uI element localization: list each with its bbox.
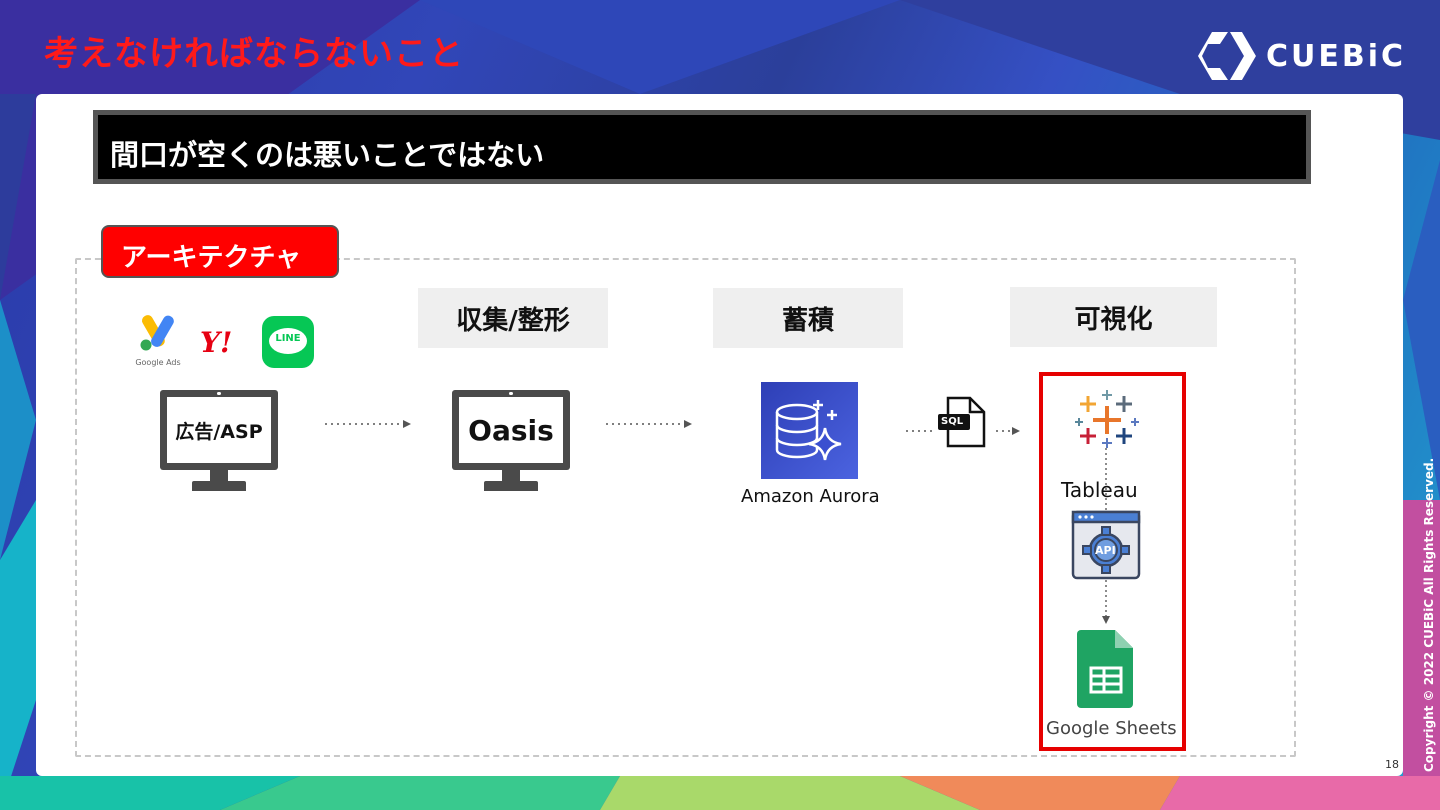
- google-ads-caption: Google Ads: [135, 358, 181, 367]
- sql-file-icon: SQL: [938, 396, 986, 448]
- cuebic-logo: CUEBiC: [1196, 28, 1406, 84]
- sql-icon-label: SQL: [941, 416, 964, 427]
- google-sheets-icon: [1077, 630, 1135, 708]
- architecture-badge: アーキテクチャ: [101, 225, 339, 278]
- oasis-monitor-icon: Oasis: [452, 390, 570, 494]
- page-number: 18: [1385, 758, 1399, 771]
- amazon-aurora-icon: [761, 382, 858, 479]
- tableau-caption: Tableau: [1061, 478, 1138, 502]
- arrow-aurora-to-sql: [906, 430, 936, 432]
- copyright-text: Copyright © 2022 CUEBiC All Rights Reser…: [1422, 457, 1436, 772]
- stage-label-collect: 収集/整形: [418, 288, 608, 348]
- stage-label-store: 蓄積: [713, 288, 903, 348]
- cuebic-hexagon-icon: [1197, 32, 1256, 80]
- arrow-oasis-to-aurora: [606, 420, 692, 428]
- yahoo-icon: Y!: [200, 326, 233, 359]
- api-icon-label: API: [1095, 544, 1116, 557]
- logo-text: CUEBiC: [1265, 38, 1406, 74]
- connector-api-to-sheets: [1102, 580, 1110, 624]
- oasis-label: Oasis: [468, 413, 554, 447]
- stage-label-visualize: 可視化: [1010, 287, 1217, 347]
- ads-asp-label: 広告/ASP: [175, 420, 263, 443]
- tableau-icon: [1074, 388, 1140, 448]
- line-icon: LINE: [262, 316, 314, 368]
- arrow-sql-to-tableau: [996, 427, 1020, 435]
- arrow-ads-to-oasis: [325, 420, 411, 428]
- slide-title: 考えなければならないこと: [44, 34, 464, 74]
- ads-asp-monitor-icon: 広告/ASP: [160, 390, 278, 494]
- line-icon-text: LINE: [275, 333, 301, 344]
- google-sheets-caption: Google Sheets: [1046, 718, 1177, 739]
- amazon-aurora-caption: Amazon Aurora: [741, 486, 880, 507]
- api-gear-icon: API: [1071, 510, 1141, 580]
- headline-bar: 間口が空くのは悪いことではない: [93, 110, 1311, 184]
- headline-text: 間口が空くのは悪いことではない: [110, 138, 545, 172]
- architecture-badge-label: アーキテクチャ: [121, 243, 302, 273]
- connector-tableau-to-api: [1105, 448, 1107, 510]
- google-ads-icon: Google Ads: [134, 312, 182, 368]
